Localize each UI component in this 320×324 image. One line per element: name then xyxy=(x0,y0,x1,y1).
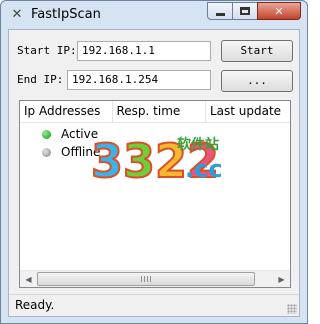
watermark-tag: 软件站 xyxy=(177,136,219,153)
status-active-icon xyxy=(42,129,51,139)
close-icon: ✕ xyxy=(274,4,284,18)
maximize-button[interactable] xyxy=(232,2,258,20)
title-bar[interactable]: ✕ FastIpScan ✕ xyxy=(1,1,307,29)
status-text: Ready. xyxy=(15,298,55,312)
caption-buttons: ✕ xyxy=(207,2,301,20)
close-button[interactable]: ✕ xyxy=(257,2,301,20)
status-bar: Ready. xyxy=(9,294,299,316)
status-offline-icon xyxy=(42,147,51,157)
end-ip-input[interactable]: 192.168.1.254 xyxy=(67,70,211,90)
window-title: FastIpScan xyxy=(31,7,101,22)
scroll-track[interactable] xyxy=(37,271,273,287)
minimize-icon xyxy=(215,12,225,16)
start-button[interactable]: Start xyxy=(221,40,293,62)
maximize-icon xyxy=(240,7,250,15)
app-icon: ✕ xyxy=(11,7,23,22)
resize-grip-icon[interactable] xyxy=(287,304,297,314)
end-ip-label: End IP: xyxy=(17,73,64,86)
scroll-right-icon[interactable]: ▶ xyxy=(273,271,290,287)
watermark-logo: 3322 .cc 软件站 xyxy=(90,133,223,189)
app-window: ✕ FastIpScan ✕ Start IP: 192.168.1.1 Sta… xyxy=(0,0,308,324)
more-button[interactable]: ... xyxy=(221,70,293,92)
horizontal-scrollbar[interactable]: ◀ ▶ xyxy=(20,270,290,287)
start-ip-label: Start IP: xyxy=(17,44,77,57)
start-ip-input[interactable]: 192.168.1.1 xyxy=(77,41,211,61)
scroll-left-icon[interactable]: ◀ xyxy=(20,271,37,287)
watermark-suffix: .cc xyxy=(185,155,223,183)
scroll-thumb[interactable] xyxy=(37,272,255,286)
minimize-button[interactable] xyxy=(207,2,233,20)
